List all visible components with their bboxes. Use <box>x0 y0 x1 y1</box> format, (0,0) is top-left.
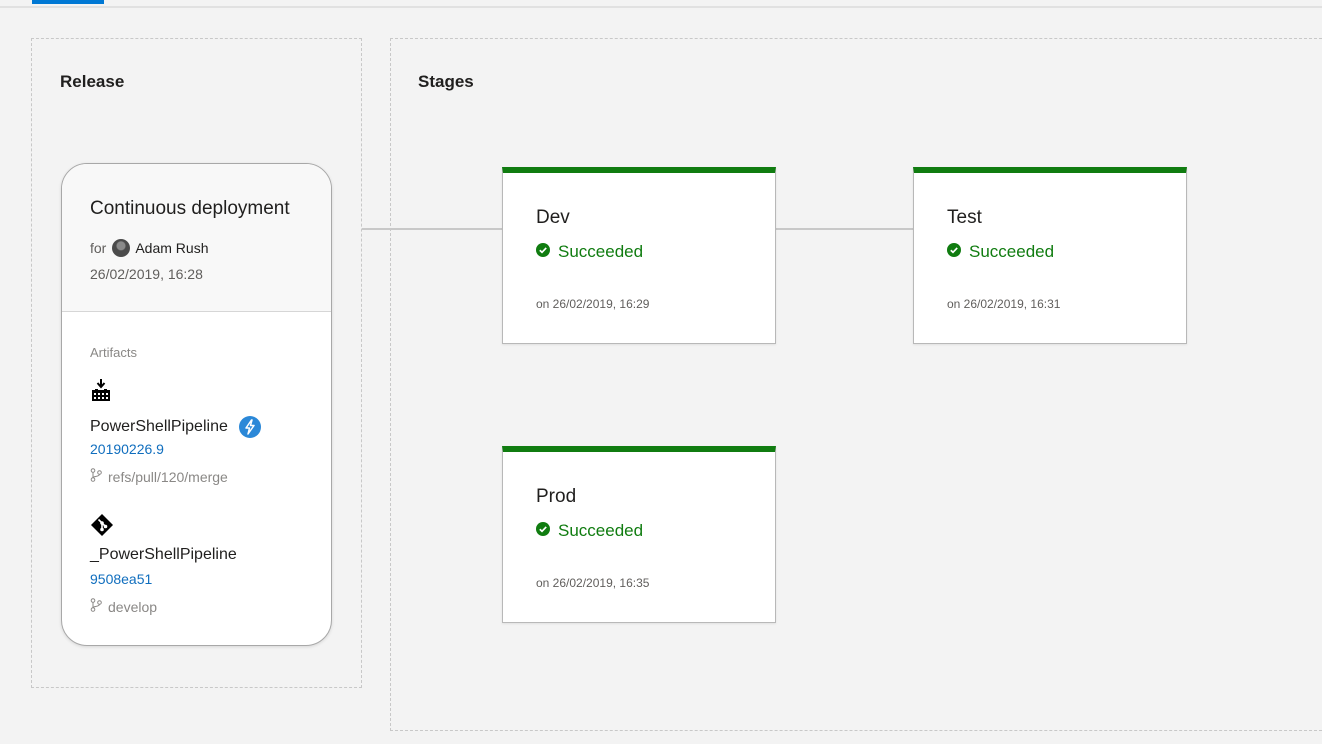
release-trigger-title: Continuous deployment <box>90 198 290 219</box>
artifact-item: PowerShellPipeline <box>90 416 261 438</box>
stage-status-text: Succeeded <box>558 242 644 261</box>
stage-status: Succeeded <box>536 521 643 541</box>
release-date: 26/02/2019, 16:28 <box>90 266 203 282</box>
stage-status: Succeeded <box>947 242 1054 262</box>
artifact-version-link[interactable]: 9508ea51 <box>90 571 152 587</box>
stage-status: Succeeded <box>536 242 643 262</box>
stage-time: on 26/02/2019, 16:29 <box>536 297 650 311</box>
git-icon <box>90 513 114 542</box>
check-circle-icon <box>536 242 550 262</box>
artifact-branch: develop <box>90 598 157 615</box>
artifacts-label: Artifacts <box>90 345 137 360</box>
stage-name: Prod <box>536 486 577 507</box>
stage-card-test[interactable]: Test Succeeded on 26/02/2019, 16:31 <box>913 167 1187 344</box>
artifact-item: _PowerShellPipeline <box>90 546 237 564</box>
check-circle-icon <box>536 521 550 541</box>
artifact-branch: refs/pull/120/merge <box>90 468 228 485</box>
artifact-version-link[interactable]: 20190226.9 <box>90 441 164 457</box>
build-artifact-icon <box>90 378 112 407</box>
release-to-dev-connector <box>362 228 502 230</box>
stage-name: Test <box>947 207 982 228</box>
stage-time: on 26/02/2019, 16:31 <box>947 297 1061 311</box>
top-divider <box>0 6 1322 8</box>
for-label: for <box>90 240 107 256</box>
stages-panel <box>390 38 1322 731</box>
branch-icon <box>90 468 102 485</box>
artifact-name: _PowerShellPipeline <box>90 546 237 563</box>
artifact-branch-name: refs/pull/120/merge <box>108 468 228 485</box>
release-card-header: Continuous deployment for Adam Rush 26/0… <box>62 164 331 312</box>
artifact-branch-name: develop <box>108 598 158 615</box>
avatar <box>112 239 131 257</box>
release-panel-title: Release <box>60 72 125 91</box>
branch-icon <box>90 598 102 615</box>
stage-name: Dev <box>536 207 570 228</box>
stage-card-dev[interactable]: Dev Succeeded on 26/02/2019, 16:29 <box>502 167 776 344</box>
release-author: Adam Rush <box>135 240 209 256</box>
stages-panel-title: Stages <box>418 72 474 91</box>
stage-time: on 26/02/2019, 16:35 <box>536 576 650 590</box>
stage-card-prod[interactable]: Prod Succeeded on 26/02/2019, 16:35 <box>502 446 776 623</box>
release-card[interactable]: Continuous deployment for Adam Rush 26/0… <box>61 163 332 646</box>
stage-status-text: Succeeded <box>969 242 1055 261</box>
artifact-name: PowerShellPipeline <box>90 418 228 435</box>
active-tab-indicator <box>32 0 104 4</box>
dev-to-test-connector <box>776 228 913 230</box>
lightning-icon <box>238 416 261 438</box>
stage-status-text: Succeeded <box>558 521 644 540</box>
release-requested-for: for Adam Rush <box>90 239 209 257</box>
check-circle-icon <box>947 242 961 262</box>
